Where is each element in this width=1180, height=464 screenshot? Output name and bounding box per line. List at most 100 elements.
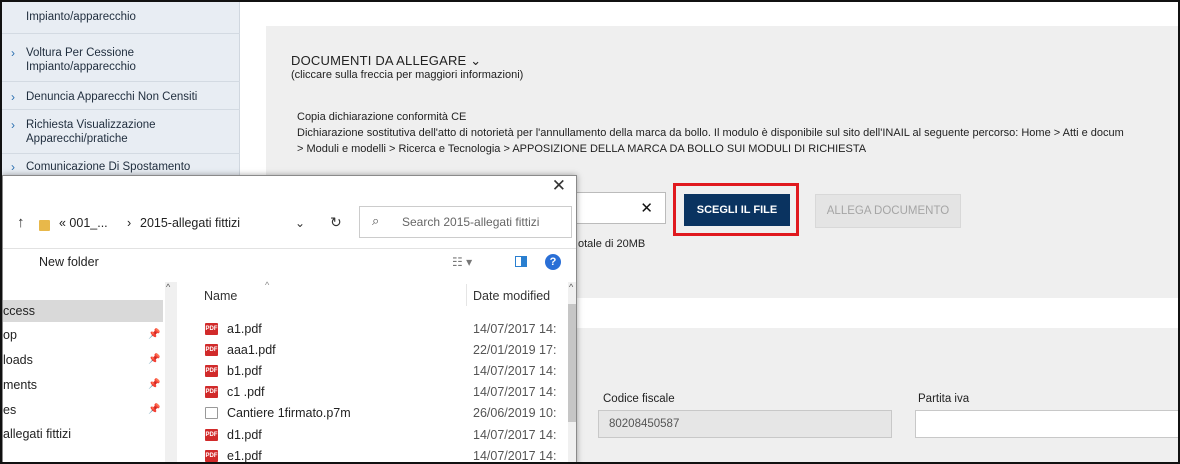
- pin-icon: 📌: [148, 379, 161, 390]
- toolbar-divider: [3, 248, 576, 249]
- breadcrumb-separator: ›: [127, 216, 132, 230]
- file-date: 14/07/2017 14:: [473, 385, 557, 399]
- file-row[interactable]: PDF c1 .pdf 14/07/2017 14:: [183, 383, 568, 401]
- nav-item-downloads[interactable]: loads 📌: [3, 349, 163, 371]
- nav-item-label: es: [3, 403, 17, 417]
- search-icon: ⌕: [372, 213, 380, 228]
- documents-subtitle: (cliccare sulla freccia per maggiori inf…: [291, 69, 524, 81]
- file-row[interactable]: PDF aaa1.pdf 22/01/2019 17:: [183, 341, 568, 359]
- column-header-date[interactable]: Date modified: [473, 289, 550, 303]
- up-arrow-icon[interactable]: ↑: [17, 214, 25, 231]
- sidebar-item-richiesta[interactable]: › Richiesta Visualizzazione Apparecchi/p…: [2, 114, 240, 154]
- file-name: e1.pdf: [227, 449, 262, 463]
- view-options-icon[interactable]: ☷ ▾: [452, 255, 472, 269]
- file-name: aaa1.pdf: [227, 343, 276, 357]
- document-item: Copia dichiarazione conformità CE: [297, 111, 467, 123]
- partita-iva-label: Partita iva: [918, 393, 970, 405]
- file-path-input[interactable]: ✕: [568, 192, 666, 224]
- file-name: Cantiere 1firmato.p7m: [227, 406, 351, 420]
- folder-icon: [39, 220, 50, 231]
- scroll-up-icon[interactable]: ^: [166, 282, 170, 292]
- file-list-scrollbar[interactable]: ^: [568, 282, 576, 462]
- highlight-box: [673, 183, 799, 236]
- file-date: 14/07/2017 14:: [473, 322, 557, 336]
- codice-fiscale-label: Codice fiscale: [603, 393, 675, 405]
- file-name: d1.pdf: [227, 428, 262, 442]
- file-name: b1.pdf: [227, 364, 262, 378]
- sidebar-item-label: Impianto/apparecchio: [26, 11, 136, 23]
- pin-icon: 📌: [148, 329, 161, 340]
- chevron-down-icon[interactable]: ⌄: [295, 216, 305, 230]
- nav-item-label: allegati fittizi: [3, 427, 72, 441]
- breadcrumb-root[interactable]: « 001_...: [59, 216, 108, 230]
- search-placeholder: Search 2015-allegati fittizi: [402, 215, 540, 229]
- documents-title[interactable]: DOCUMENTI DA ALLEGARE ⌄: [291, 53, 481, 69]
- size-limit-note: otale di 20MB: [578, 238, 646, 250]
- nav-item-label: ments: [3, 378, 38, 392]
- sort-ascending-icon: ^: [265, 280, 270, 290]
- file-row[interactable]: Cantiere 1firmato.p7m 26/06/2019 10:: [183, 404, 568, 422]
- chevron-right-icon: ›: [11, 118, 15, 132]
- nav-item-pictures[interactable]: es 📌: [3, 399, 163, 421]
- nav-item-label: op: [3, 328, 17, 342]
- preview-pane-icon[interactable]: [515, 256, 527, 267]
- partita-iva-field[interactable]: [915, 410, 1178, 438]
- sidebar-item-denuncia[interactable]: › Denuncia Apparecchi Non Censiti: [2, 88, 240, 110]
- chevron-right-icon: ›: [11, 90, 15, 104]
- column-divider[interactable]: [466, 284, 467, 306]
- pdf-icon: PDF: [205, 386, 218, 398]
- scroll-up-icon[interactable]: ^: [569, 282, 573, 292]
- codice-fiscale-field: 80208450587: [598, 410, 892, 438]
- sidebar-item-label: Apparecchi/pratiche: [26, 133, 128, 145]
- chevron-right-icon: ›: [11, 160, 15, 174]
- nav-scrollbar[interactable]: ^: [165, 282, 177, 462]
- file-date: 14/07/2017 14:: [473, 449, 557, 463]
- sidebar-item-label: Richiesta Visualizzazione: [26, 119, 156, 131]
- pdf-icon: PDF: [205, 365, 218, 377]
- file-icon: [205, 407, 218, 419]
- nav-item-desktop[interactable]: op 📌: [3, 324, 163, 346]
- nav-item-label: ccess: [3, 304, 35, 318]
- sidebar-item-label: Denuncia Apparecchi Non Censiti: [26, 91, 198, 103]
- nav-item-allegati[interactable]: allegati fittizi: [3, 423, 163, 445]
- nav-item-quick-access[interactable]: ccess: [3, 300, 163, 322]
- pdf-icon: PDF: [205, 323, 218, 335]
- breadcrumb-current[interactable]: 2015-allegati fittizi: [140, 216, 240, 230]
- new-folder-button[interactable]: New folder: [39, 255, 99, 269]
- attach-document-button[interactable]: ALLEGA DOCUMENTO: [815, 194, 961, 228]
- file-row[interactable]: PDF a1.pdf 14/07/2017 14:: [183, 320, 568, 338]
- file-open-dialog: ✕ ↑ « 001_... › 2015-allegati fittizi ⌄ …: [2, 175, 577, 463]
- pdf-icon: PDF: [205, 429, 218, 441]
- sidebar-item-label: Voltura Per Cessione: [26, 47, 135, 59]
- clear-icon[interactable]: ✕: [640, 199, 653, 217]
- help-icon[interactable]: ?: [545, 254, 561, 270]
- document-item: > Moduli e modelli > Ricerca e Tecnologi…: [297, 143, 867, 155]
- file-date: 22/01/2019 17:: [473, 343, 557, 357]
- nav-item-label: loads: [3, 353, 33, 367]
- file-date: 14/07/2017 14:: [473, 428, 557, 442]
- sidebar-item-label: Comunicazione Di Spostamento: [26, 161, 191, 173]
- sidebar-item-impianto[interactable]: Impianto/apparecchio: [2, 10, 240, 34]
- pdf-icon: PDF: [205, 450, 218, 462]
- file-row[interactable]: PDF e1.pdf 14/07/2017 14:: [183, 447, 568, 463]
- pin-icon: 📌: [148, 354, 161, 365]
- nav-item-documents[interactable]: ments 📌: [3, 374, 163, 396]
- sidebar-item-voltura[interactable]: › Voltura Per Cessione Impianto/apparecc…: [2, 42, 240, 82]
- file-name: a1.pdf: [227, 322, 262, 336]
- file-date: 26/06/2019 10:: [473, 406, 557, 420]
- scrollbar-thumb[interactable]: [568, 304, 576, 422]
- chevron-right-icon: ›: [11, 46, 15, 60]
- pdf-icon: PDF: [205, 344, 218, 356]
- sidebar-item-label: Impianto/apparecchio: [26, 61, 136, 73]
- file-date: 14/07/2017 14:: [473, 364, 557, 378]
- document-item: Dichiarazione sostitutiva dell'atto di n…: [297, 127, 1124, 139]
- file-row[interactable]: PDF d1.pdf 14/07/2017 14:: [183, 426, 568, 444]
- column-header-name[interactable]: Name: [204, 289, 237, 303]
- close-icon[interactable]: ✕: [552, 176, 566, 196]
- file-row[interactable]: PDF b1.pdf 14/07/2017 14:: [183, 362, 568, 380]
- navigation-pane: ccess op 📌 loads 📌 ments 📌 es 📌 allegati fit…: [3, 282, 163, 462]
- screen: Impianto/apparecchio › Voltura Per Cessi…: [0, 0, 1180, 464]
- pin-icon: 📌: [148, 404, 161, 415]
- search-input[interactable]: ⌕ Search 2015-allegati fittizi: [359, 206, 572, 238]
- refresh-icon[interactable]: ↻: [330, 214, 342, 231]
